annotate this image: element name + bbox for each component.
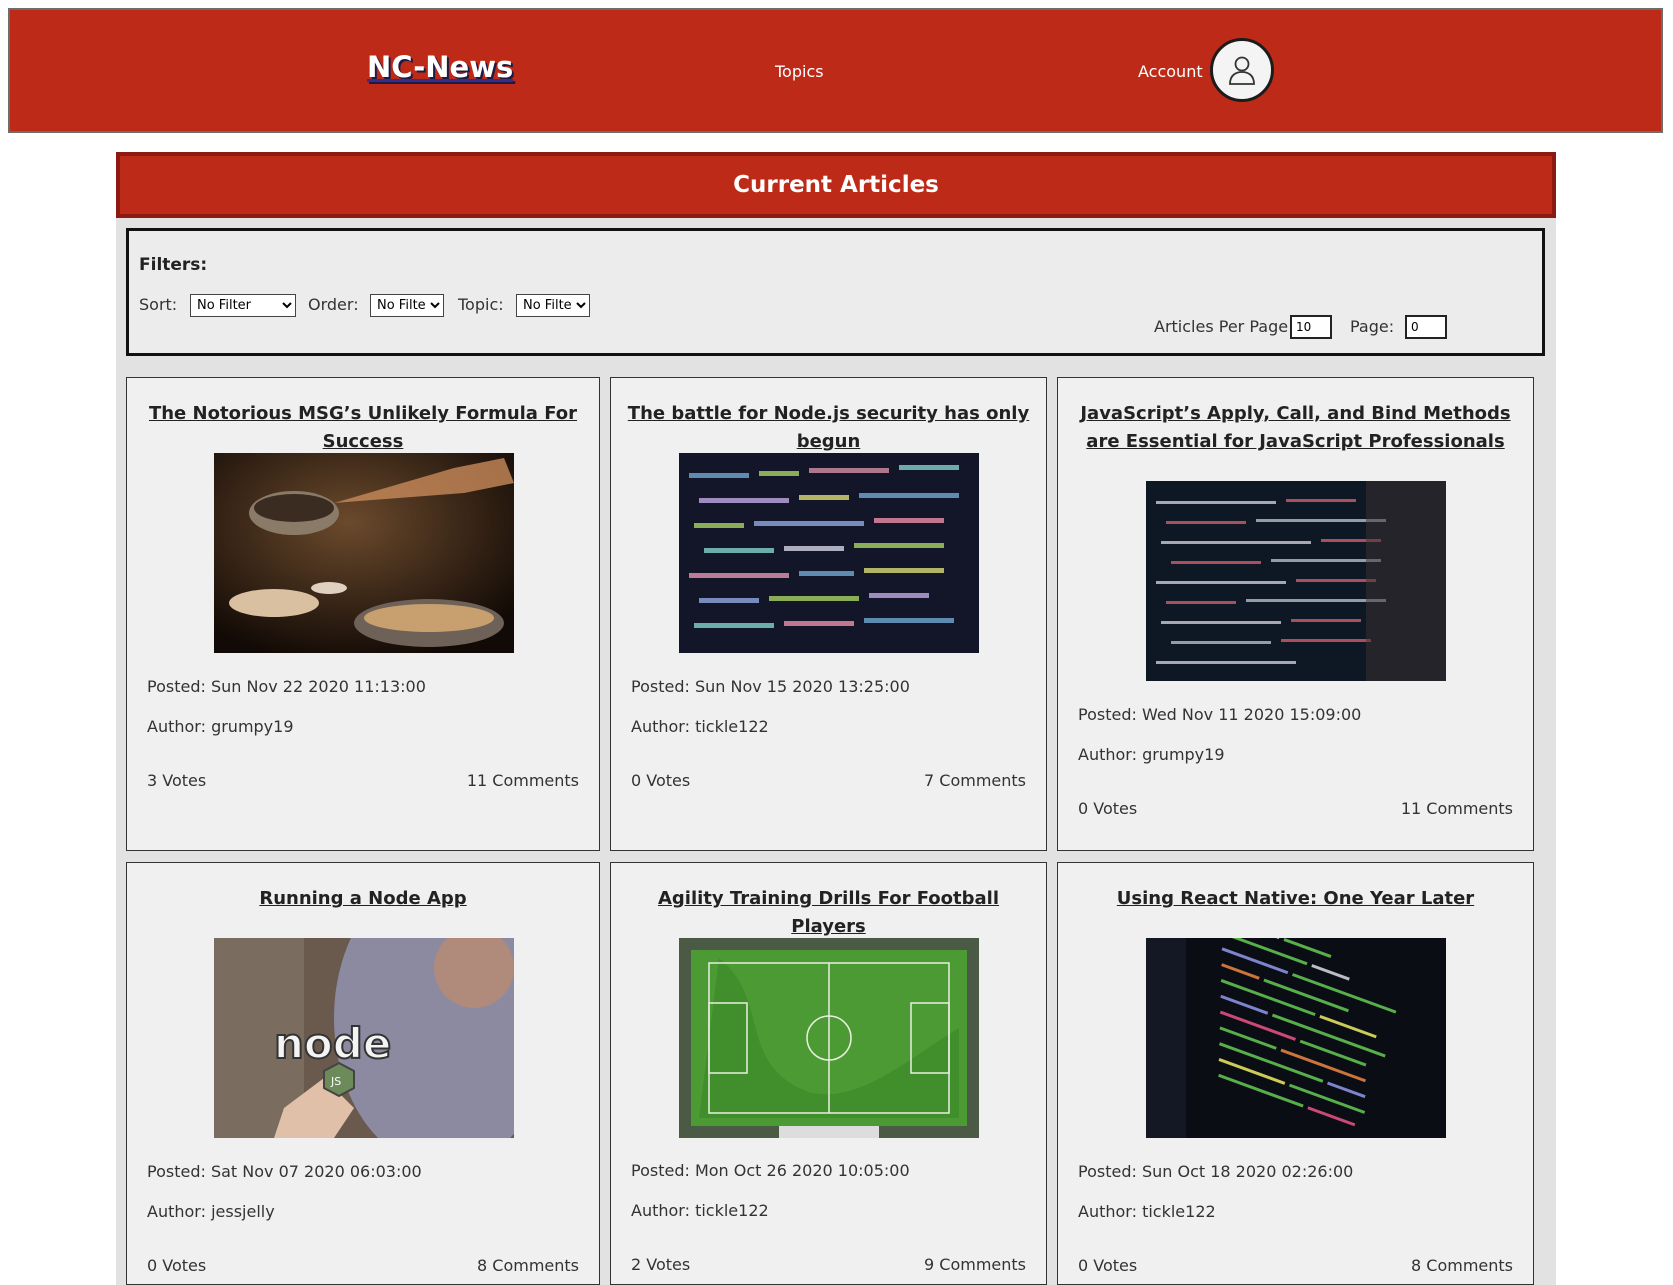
articles-per-page-input[interactable] <box>1290 315 1332 339</box>
article-title-link[interactable]: The Notorious MSG’s Unlikely Formula For… <box>137 400 589 456</box>
article-author: Author: grumpy19 <box>1078 745 1225 764</box>
article-posted-date: Posted: Mon Oct 26 2020 10:05:00 <box>631 1161 910 1180</box>
article-comments: 11 Comments <box>1400 799 1513 818</box>
article-title-link[interactable]: Using React Native: One Year Later <box>1068 885 1523 913</box>
topic-select[interactable]: No Filter <box>516 294 590 317</box>
article-thumbnail[interactable] <box>679 453 979 653</box>
article-thumbnail[interactable] <box>1146 938 1446 1138</box>
article-posted-date: Posted: Sun Nov 22 2020 11:13:00 <box>147 677 426 696</box>
article-author: Author: jessjelly <box>147 1202 275 1221</box>
sort-select[interactable]: No Filter <box>190 294 296 317</box>
article-votes: 0 Votes <box>147 1256 207 1275</box>
article-posted-date: Posted: Sun Nov 15 2020 13:25:00 <box>631 677 910 696</box>
article-card: JavaScript’s Apply, Call, and Bind Metho… <box>1057 377 1534 851</box>
article-title-link[interactable]: JavaScript’s Apply, Call, and Bind Metho… <box>1068 400 1523 456</box>
article-comments: 9 Comments <box>924 1255 1026 1274</box>
article-posted-date: Posted: Sat Nov 07 2020 06:03:00 <box>147 1162 422 1181</box>
site-header: NC-News Topics Account <box>8 8 1663 133</box>
article-thumbnail[interactable] <box>1146 481 1446 681</box>
article-votes: 0 Votes <box>1078 799 1138 818</box>
article-card: The battle for Node.js security has only… <box>610 377 1047 851</box>
svg-text:JS: JS <box>330 1075 341 1088</box>
article-thumbnail[interactable]: node JS <box>214 938 514 1138</box>
article-thumbnail[interactable] <box>214 453 514 653</box>
article-author: Author: tickle122 <box>1078 1202 1216 1221</box>
svg-text:node: node <box>274 1019 391 1068</box>
article-title-link[interactable]: Agility Training Drills For Football Pla… <box>621 885 1036 941</box>
article-card: Using React Native: One Year Later Poste… <box>1057 862 1534 1285</box>
filters-heading: Filters: <box>139 255 208 275</box>
site-logo[interactable]: NC-News <box>367 50 513 84</box>
article-votes: 0 Votes <box>1078 1256 1138 1275</box>
filters-panel: Filters: Sort: No Filter Order: No Filte… <box>126 228 1545 356</box>
articles-per-page-label: Articles Per Page: <box>1154 317 1294 336</box>
article-author: Author: grumpy19 <box>147 717 294 736</box>
article-card: Agility Training Drills For Football Pla… <box>610 862 1047 1285</box>
account-avatar-button[interactable] <box>1210 38 1274 102</box>
article-votes: 0 Votes <box>631 771 691 790</box>
article-posted-date: Posted: Wed Nov 11 2020 15:09:00 <box>1078 705 1362 724</box>
article-title-link[interactable]: The battle for Node.js security has only… <box>621 400 1036 456</box>
article-thumbnail[interactable] <box>679 938 979 1138</box>
article-posted-date: Posted: Sun Oct 18 2020 02:26:00 <box>1078 1162 1354 1181</box>
article-title-link[interactable]: Running a Node App <box>137 885 589 913</box>
article-card: Running a Node App node JS Posted: Sat N… <box>126 862 600 1285</box>
article-comments: 11 Comments <box>466 771 579 790</box>
page-title-bar: Current Articles <box>116 152 1556 218</box>
page-title: Current Articles <box>733 172 939 198</box>
nav-account-link[interactable]: Account <box>1138 62 1203 81</box>
article-author: Author: tickle122 <box>631 1201 769 1220</box>
page-label: Page: <box>1350 317 1395 336</box>
topic-label: Topic: <box>458 295 504 314</box>
article-comments: 8 Comments <box>477 1256 579 1275</box>
main-content: Current Articles Filters: Sort: No Filte… <box>116 152 1556 1285</box>
nav-topics-link[interactable]: Topics <box>775 62 824 81</box>
article-votes: 3 Votes <box>147 771 207 790</box>
user-icon <box>1229 56 1255 85</box>
article-comments: 8 Comments <box>1411 1256 1513 1275</box>
article-votes: 2 Votes <box>631 1255 691 1274</box>
article-comments: 7 Comments <box>924 771 1026 790</box>
order-label: Order: <box>308 295 359 314</box>
article-author: Author: tickle122 <box>631 717 769 736</box>
order-select[interactable]: No Filter <box>370 294 444 317</box>
page-number-input[interactable] <box>1405 315 1447 339</box>
sort-label: Sort: <box>139 295 178 314</box>
article-card: The Notorious MSG’s Unlikely Formula For… <box>126 377 600 851</box>
